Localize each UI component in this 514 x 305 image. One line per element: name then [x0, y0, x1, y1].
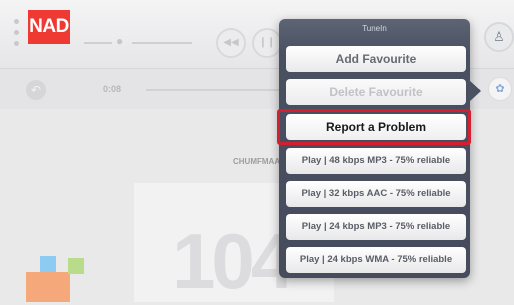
station-name: CHUMFMAA [233, 157, 281, 166]
play-32kbps-aac-button[interactable]: Play | 32 kbps AAC - 75% reliable [286, 181, 466, 207]
app-logo-fragment [26, 272, 70, 302]
popover-arrow [469, 80, 481, 102]
grip-dots-icon[interactable] [14, 19, 20, 52]
play-24kbps-wma-button[interactable]: Play | 24 kbps WMA - 75% reliable [286, 247, 466, 273]
delete-favourite-button: Delete Favourite [286, 79, 466, 105]
play-48kbps-mp3-button[interactable]: Play | 48 kbps MP3 - 75% reliable [286, 148, 466, 174]
progress-track[interactable] [146, 89, 286, 91]
pause-icon[interactable]: ❙❙ [252, 28, 282, 58]
popover-title: TuneIn [362, 24, 387, 33]
app-logo-fragment-green [68, 258, 84, 274]
back-arrow-icon[interactable]: ↶ [26, 80, 46, 100]
speaker-icon: ● [116, 34, 124, 48]
previous-icon[interactable]: ◀◀ [216, 28, 246, 58]
app-logo-fragment-blue [40, 256, 56, 272]
user-icon[interactable]: ♙ [484, 22, 514, 52]
share-icon[interactable]: ✿ [488, 77, 512, 101]
volume-track-left[interactable] [84, 42, 112, 44]
add-favourite-button[interactable]: Add Favourite [286, 46, 466, 72]
volume-track-right[interactable] [132, 42, 192, 44]
elapsed-time: 0:08 [103, 84, 122, 94]
report-problem-button[interactable]: Report a Problem [286, 114, 466, 140]
artwork-logo-text: 104 [172, 217, 294, 305]
nad-logo: NAD [28, 10, 70, 44]
play-24kbps-mp3-button[interactable]: Play | 24 kbps MP3 - 75% reliable [286, 214, 466, 240]
